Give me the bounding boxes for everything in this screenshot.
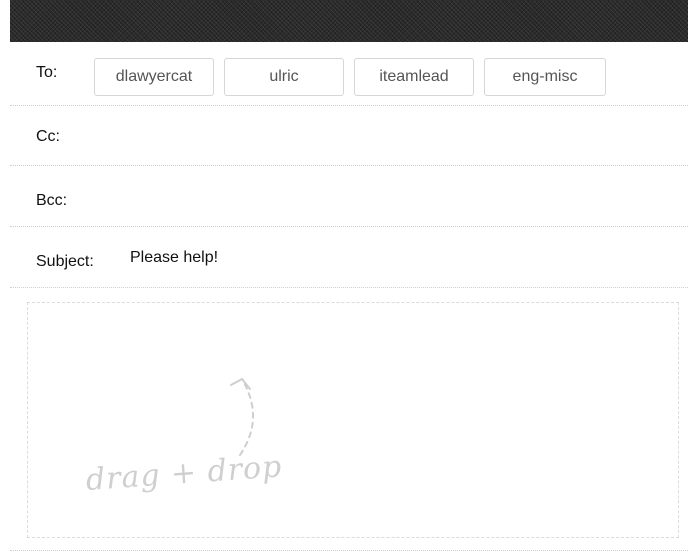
to-label: To: [36, 64, 58, 81]
curved-arrow-up-icon [230, 378, 254, 456]
recipient-chip[interactable]: dlawyercat [94, 58, 214, 96]
bcc-label: Bcc: [36, 192, 68, 209]
subject-field-row: Subject: [10, 227, 688, 288]
email-compose-window: To: dlawyercat ulric iteamlead eng-misc … [0, 0, 688, 556]
recipient-chip[interactable]: eng-misc [484, 58, 606, 96]
subject-label: Subject: [36, 253, 94, 270]
recipient-chip[interactable]: ulric [224, 58, 344, 96]
recipient-chip[interactable]: iteamlead [354, 58, 474, 96]
cc-label: Cc: [36, 128, 60, 145]
subject-input[interactable] [130, 249, 650, 267]
bottom-divider [10, 550, 688, 551]
cc-field-row[interactable]: Cc: [10, 106, 688, 166]
bcc-field-row[interactable]: Bcc: [10, 166, 688, 227]
recipient-chips: dlawyercat ulric iteamlead eng-misc [94, 58, 606, 96]
compose-header-bar [10, 0, 688, 42]
to-field-row: To: dlawyercat ulric iteamlead eng-misc [10, 42, 688, 106]
attachment-drop-zone[interactable]: drag + drop [27, 302, 679, 538]
